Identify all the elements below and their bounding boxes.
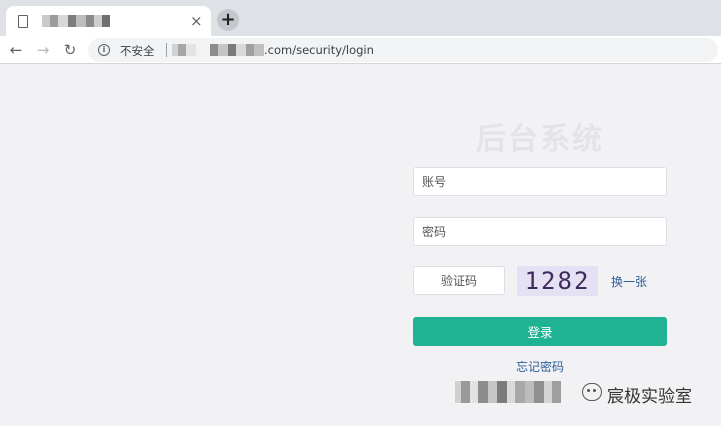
watermark-text: 宸极实验室 xyxy=(607,387,692,407)
footer-redacted xyxy=(455,381,575,403)
captcha-image[interactable]: 1282 xyxy=(517,266,598,296)
security-status-label[interactable]: 不安全 xyxy=(120,43,155,59)
login-button[interactable]: 登录 xyxy=(413,317,667,346)
omnibox-divider xyxy=(166,43,167,57)
url-text[interactable]: .com/security/login xyxy=(264,43,374,57)
tab-close-icon[interactable]: × xyxy=(190,12,203,30)
forgot-password-link[interactable]: 忘记密码 xyxy=(413,358,667,375)
browser-tab[interactable]: × xyxy=(6,6,211,36)
captcha-input[interactable] xyxy=(413,266,505,295)
url-host-redacted xyxy=(172,44,264,56)
info-icon[interactable]: i xyxy=(98,44,110,56)
password-input[interactable] xyxy=(413,217,667,246)
refresh-captcha-link[interactable]: 换一张 xyxy=(611,273,647,290)
page-content: 后台系统 1282 换一张 登录 忘记密码 宸极实验室 xyxy=(0,65,721,426)
username-input[interactable] xyxy=(413,167,667,196)
browser-tab-strip: × + xyxy=(0,0,721,36)
browser-toolbar: ← → ↻ i 不安全 .com/security/login xyxy=(0,36,721,64)
address-bar[interactable]: i 不安全 .com/security/login xyxy=(88,38,718,62)
page-title: 后台系统 xyxy=(476,122,604,157)
forward-arrow-icon[interactable]: → xyxy=(33,40,53,60)
page-icon xyxy=(18,15,28,28)
new-tab-button[interactable]: + xyxy=(217,9,239,31)
reload-icon[interactable]: ↻ xyxy=(60,40,80,60)
tab-title-redacted xyxy=(42,15,122,27)
wechat-icon xyxy=(582,383,602,401)
back-arrow-icon[interactable]: ← xyxy=(6,40,26,60)
